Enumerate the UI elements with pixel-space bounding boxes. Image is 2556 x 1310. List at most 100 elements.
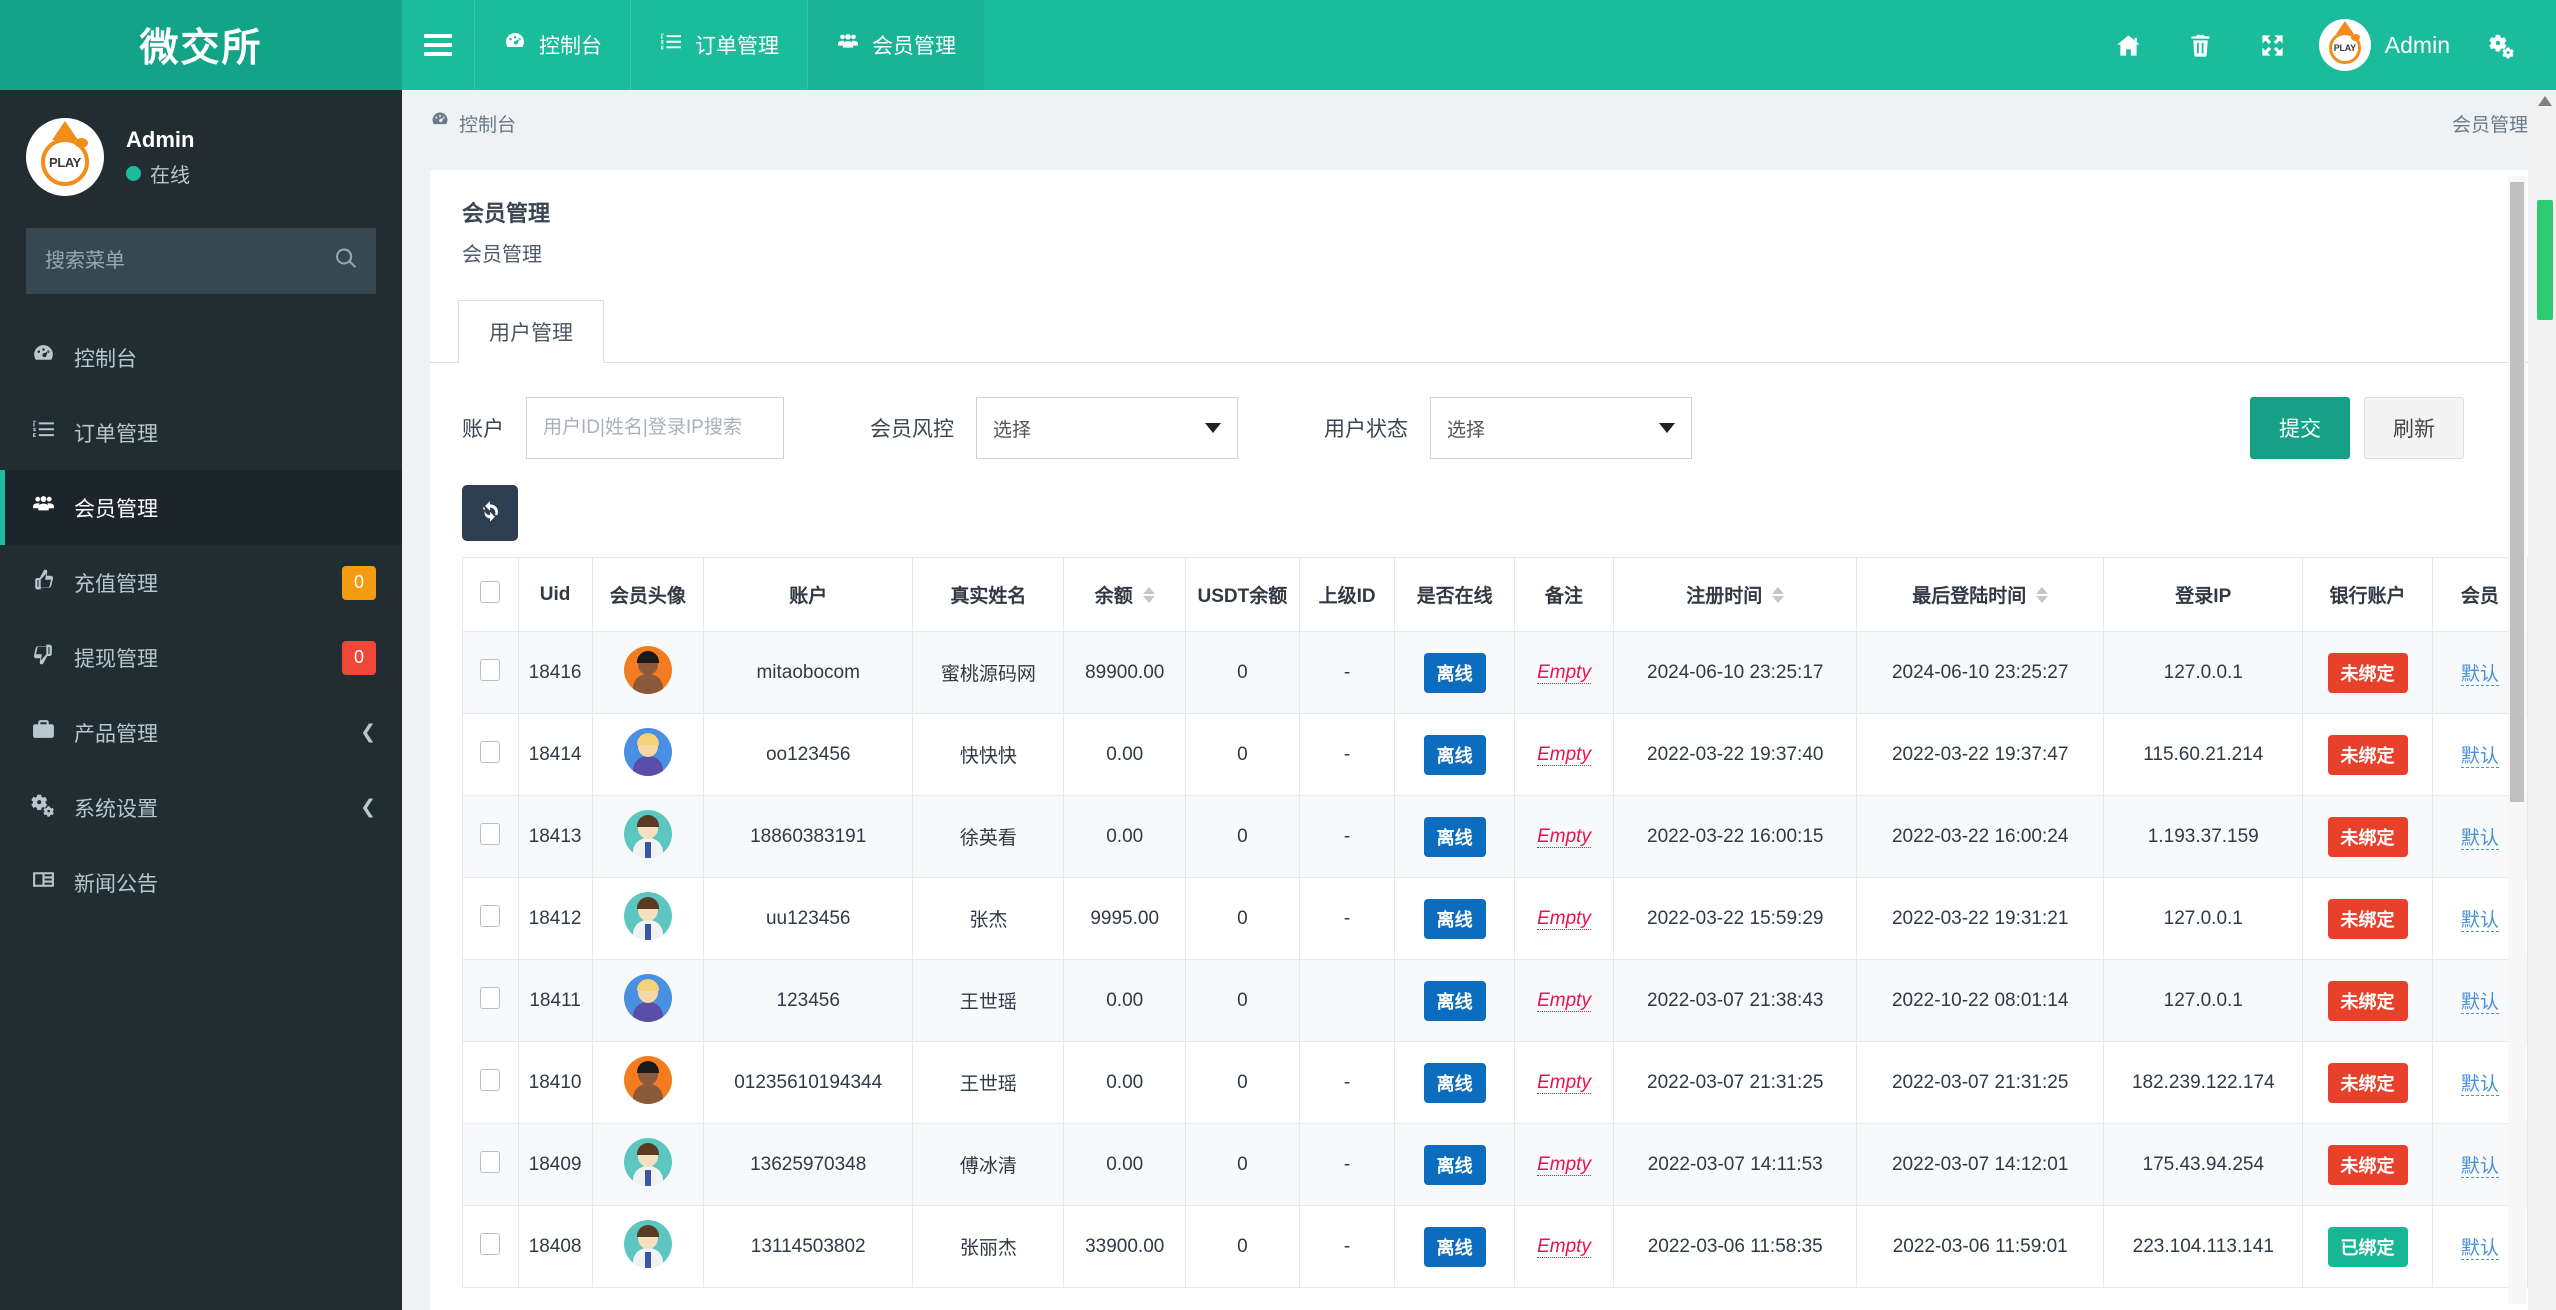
- sidebar-item-withdraw[interactable]: 提现管理 0: [0, 620, 402, 695]
- row-checkbox[interactable]: [480, 1068, 501, 1091]
- row-checkbox[interactable]: [480, 904, 501, 927]
- remark-edit-link[interactable]: Empty: [1537, 989, 1591, 1012]
- tab-user-management[interactable]: 用户管理: [458, 300, 604, 363]
- cell-check[interactable]: [462, 959, 519, 1042]
- status-badge: 离线: [1423, 898, 1486, 939]
- table-header-lasttime[interactable]: 最后登陆时间: [1856, 557, 2105, 632]
- member-level-link[interactable]: 默认: [2460, 828, 2499, 850]
- remark-edit-link[interactable]: Empty: [1537, 743, 1591, 766]
- cell-check[interactable]: [462, 713, 519, 796]
- account-search-input[interactable]: [526, 397, 784, 459]
- member-level-link[interactable]: 默认: [2460, 1238, 2499, 1260]
- cell-account: 123456: [703, 959, 914, 1042]
- cell-usdt: 0: [1184, 959, 1300, 1042]
- nav-tab-members[interactable]: 会员管理: [807, 0, 984, 90]
- breadcrumb: 控制台 会员管理: [402, 90, 2556, 156]
- cell-check[interactable]: [462, 795, 519, 878]
- refresh-filter-button[interactable]: 刷新: [2364, 397, 2464, 459]
- cell-check[interactable]: [462, 877, 519, 960]
- scroll-up-arrow-icon[interactable]: [2538, 96, 2552, 106]
- cell-remark[interactable]: Empty: [1513, 877, 1615, 960]
- row-checkbox[interactable]: [480, 822, 501, 845]
- remark-edit-link[interactable]: Empty: [1537, 661, 1591, 684]
- cell-bank: 已绑定: [2302, 1205, 2433, 1288]
- row-checkbox[interactable]: [480, 740, 501, 763]
- home-icon[interactable]: [2093, 0, 2165, 90]
- sidebar-profile[interactable]: PLAY Admin 在线: [0, 90, 402, 220]
- sidebar-item-dashboard[interactable]: 控制台: [0, 320, 402, 395]
- member-level-link[interactable]: 默认: [2460, 664, 2499, 686]
- sort-arrows-icon[interactable]: [2036, 586, 2049, 603]
- sidebar-item-members[interactable]: 会员管理: [0, 470, 402, 545]
- sidebar-item-settings[interactable]: 系统设置 ❮: [0, 770, 402, 845]
- nav-tab-orders[interactable]: 订单管理: [630, 0, 807, 90]
- bank-status-badge: 未绑定: [2327, 1062, 2408, 1103]
- cell-remark[interactable]: Empty: [1513, 1205, 1615, 1288]
- sidebar-item-recharge[interactable]: 充值管理 0: [0, 545, 402, 620]
- sort-arrows-icon[interactable]: [1142, 586, 1155, 603]
- cell-check[interactable]: [462, 1123, 519, 1206]
- status-select[interactable]: 选择: [1430, 397, 1692, 459]
- row-checkbox[interactable]: [480, 1150, 501, 1173]
- submit-button[interactable]: 提交: [2250, 397, 2350, 459]
- window-scrollbar-thumb[interactable]: [2537, 200, 2553, 320]
- remark-edit-link[interactable]: Empty: [1537, 1153, 1591, 1176]
- member-level-link[interactable]: 默认: [2460, 1074, 2499, 1096]
- remark-edit-link[interactable]: Empty: [1537, 825, 1591, 848]
- cell-usdt: 0: [1184, 713, 1300, 796]
- brand-logo[interactable]: 微交所: [0, 0, 402, 90]
- cell-remark[interactable]: Empty: [1513, 795, 1615, 878]
- member-level-link[interactable]: 默认: [2460, 1156, 2499, 1178]
- panel-scrollbar-thumb[interactable]: [2510, 182, 2524, 802]
- sortable-header[interactable]: 最后登陆时间: [1912, 581, 2049, 608]
- sidebar-item-products[interactable]: 产品管理 ❮: [0, 695, 402, 770]
- cell-remark[interactable]: Empty: [1513, 713, 1615, 796]
- cell-remark[interactable]: Empty: [1513, 1041, 1615, 1124]
- online-status-dot: [126, 165, 141, 181]
- member-level-link[interactable]: 默认: [2460, 910, 2499, 932]
- hamburger-icon[interactable]: [402, 0, 474, 90]
- cell-check[interactable]: [462, 1205, 519, 1288]
- window-scrollbar-track[interactable]: [2534, 90, 2556, 1310]
- risk-select[interactable]: 选择: [976, 397, 1238, 459]
- panel-scrollbar-track[interactable]: [2508, 176, 2526, 1304]
- select-all-checkbox[interactable]: [480, 580, 501, 603]
- trash-icon[interactable]: [2165, 0, 2237, 90]
- app-root: 微交所 控制台 订单管理 会员管理 PLAY Admin PLAY Admin …: [0, 0, 2556, 1310]
- table-header-balance[interactable]: 余额: [1063, 557, 1186, 632]
- cell-remark[interactable]: Empty: [1513, 959, 1615, 1042]
- cell-check[interactable]: [462, 631, 519, 714]
- user-menu[interactable]: PLAY Admin: [2309, 19, 2466, 71]
- member-level-link[interactable]: 默认: [2460, 746, 2499, 768]
- refresh-icon[interactable]: [462, 485, 518, 541]
- fullscreen-icon[interactable]: [2237, 0, 2309, 90]
- row-checkbox[interactable]: [480, 1232, 501, 1255]
- panel-tabs: 用户管理: [430, 273, 2528, 363]
- cell-balance: 9995.00: [1063, 877, 1186, 960]
- row-checkbox[interactable]: [480, 658, 501, 681]
- sidebar-item-news[interactable]: 新闻公告: [0, 845, 402, 920]
- sort-arrows-icon[interactable]: [1772, 586, 1785, 603]
- remark-edit-link[interactable]: Empty: [1537, 1071, 1591, 1094]
- gear-icon[interactable]: [2466, 0, 2538, 90]
- nav-tab-dashboard[interactable]: 控制台: [474, 0, 630, 90]
- row-checkbox[interactable]: [480, 986, 501, 1009]
- sortable-header[interactable]: 注册时间: [1686, 581, 1785, 608]
- cell-parent: -: [1298, 713, 1396, 796]
- breadcrumb-left[interactable]: 控制台: [430, 110, 516, 137]
- filter-status-label: 用户状态: [1324, 418, 1408, 441]
- cell-parent: -: [1298, 877, 1396, 960]
- sidebar-item-orders[interactable]: 订单管理: [0, 395, 402, 470]
- cell-check[interactable]: [462, 1041, 519, 1124]
- sortable-header[interactable]: 余额: [1095, 581, 1155, 608]
- filter-risk: 会员风控 选择: [870, 397, 1238, 459]
- search-input[interactable]: [26, 228, 376, 294]
- cell-remark[interactable]: Empty: [1513, 1123, 1615, 1206]
- cell-bank: 未绑定: [2302, 713, 2433, 796]
- cell-remark[interactable]: Empty: [1513, 631, 1615, 714]
- member-level-link[interactable]: 默认: [2460, 992, 2499, 1014]
- search-icon[interactable]: [334, 247, 358, 276]
- remark-edit-link[interactable]: Empty: [1537, 907, 1591, 930]
- remark-edit-link[interactable]: Empty: [1537, 1235, 1591, 1258]
- table-header-regtime[interactable]: 注册时间: [1613, 557, 1858, 632]
